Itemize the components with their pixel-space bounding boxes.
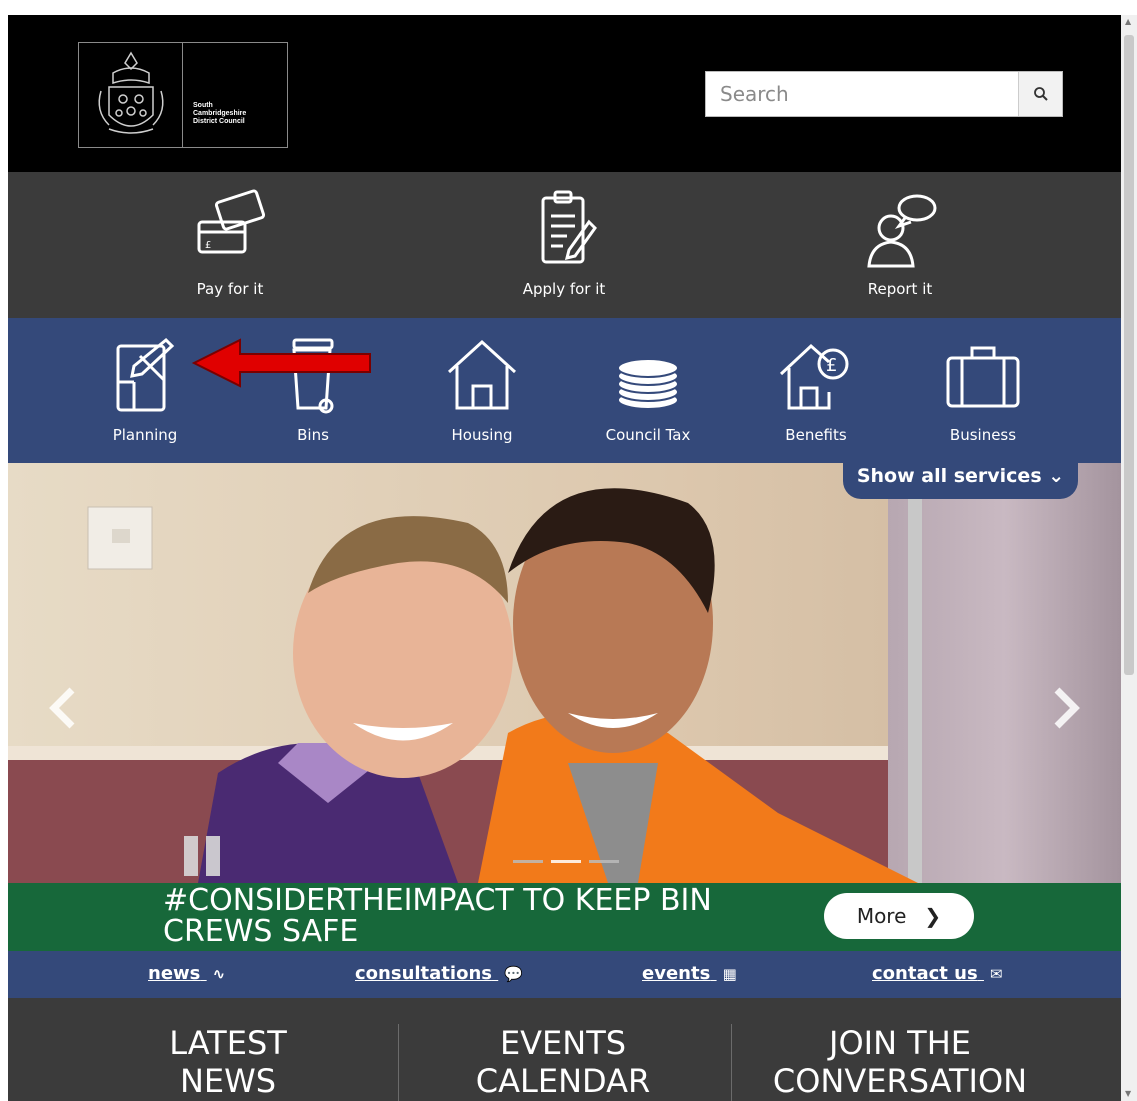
planning-icon: [116, 337, 175, 412]
business-label: Business: [949, 426, 1017, 444]
scrollbar-thumb[interactable]: [1124, 35, 1134, 675]
join-conversation-heading[interactable]: JOIN THE CONVERSATION: [760, 1024, 1040, 1100]
logo-line-3: District Council: [193, 118, 245, 125]
vertical-scrollbar[interactable]: ▲ ▼: [1121, 15, 1137, 1101]
planning-label: Planning: [112, 426, 178, 444]
top-actions: £ Pay for it Apply for it Report it: [8, 172, 1121, 318]
latest-news-line-1: LATEST: [169, 1024, 287, 1062]
benefits-label: Benefits: [785, 426, 847, 444]
chevron-right-icon: [1054, 687, 1080, 729]
council-tax-label: Council Tax: [605, 426, 691, 444]
pause-icon: [184, 836, 198, 876]
carousel-indicators: [513, 860, 623, 864]
consultations-link[interactable]: consultations 💬: [355, 963, 523, 984]
coins-icon: [617, 358, 679, 410]
column-divider: [731, 1024, 732, 1101]
calendar-icon: ▦: [722, 965, 737, 983]
join-conversation-line-2: CONVERSATION: [772, 1062, 1028, 1100]
show-all-services-button[interactable]: Show all services ⌄: [843, 453, 1078, 499]
council-logo[interactable]: South Cambridgeshire District Council: [78, 42, 288, 148]
events-label: events: [642, 963, 711, 984]
speech-person-icon: [867, 194, 937, 268]
carousel-dot-3[interactable]: [589, 860, 619, 863]
annotation-arrow-icon: [191, 338, 371, 388]
events-calendar-heading[interactable]: EVENTS CALENDAR: [433, 1024, 693, 1100]
pay-for-it-label: Pay for it: [196, 280, 264, 298]
column-divider: [398, 1024, 399, 1101]
house-icon: [447, 339, 517, 410]
crest-icon: [79, 43, 183, 147]
carousel-dot-2[interactable]: [551, 860, 581, 863]
banner-title: #CONSIDERTHEIMPACT TO KEEP BIN CREWS SAF…: [163, 883, 712, 949]
more-button[interactable]: More ❯: [824, 893, 974, 939]
service-benefits[interactable]: £ Benefits: [746, 332, 886, 452]
credit-card-icon: £: [197, 189, 266, 254]
rss-icon: ∿: [212, 965, 226, 983]
pause-icon-bar: [206, 836, 220, 876]
consultations-label: consultations: [355, 963, 492, 984]
scroll-down-icon[interactable]: ▼: [1125, 1089, 1131, 1098]
quick-links-bar: news ∿ consultations 💬 events ▦ contact …: [8, 951, 1121, 998]
contact-us-link[interactable]: contact us ✉: [872, 963, 1003, 984]
logo-text: South Cambridgeshire District Council: [193, 102, 246, 126]
news-label: news: [148, 963, 201, 984]
briefcase-icon: [946, 346, 1020, 408]
logo-line-1: South: [193, 102, 213, 109]
clipboard-icon: [541, 190, 597, 264]
events-link[interactable]: events ▦: [642, 963, 737, 984]
events-calendar-line-2: CALENDAR: [475, 1062, 651, 1100]
search-button[interactable]: [1018, 72, 1062, 116]
events-calendar-line-1: EVENTS: [499, 1024, 627, 1062]
news-link[interactable]: news ∿: [148, 963, 225, 984]
chevron-left-icon: [49, 687, 75, 729]
hero-photo: [8, 463, 1121, 883]
chevron-right-icon: ❯: [924, 904, 942, 928]
speech-bubble-icon: 💬: [504, 965, 523, 983]
carousel-prev-button[interactable]: [43, 683, 83, 733]
latest-news-line-2: NEWS: [179, 1062, 277, 1100]
latest-news-heading[interactable]: LATEST NEWS: [98, 1024, 358, 1100]
join-conversation-line-1: JOIN THE: [829, 1024, 971, 1062]
carousel-dot-1[interactable]: [513, 860, 543, 863]
carousel-next-button[interactable]: [1046, 683, 1086, 733]
house-pound-icon: £: [779, 343, 849, 410]
search-box: [705, 71, 1063, 117]
search-input[interactable]: [706, 72, 1018, 116]
feature-columns: LATEST NEWS EVENTS CALENDAR JOIN THE CON…: [8, 998, 1121, 1101]
more-label: More: [856, 904, 907, 928]
pay-for-it-button[interactable]: £ Pay for it: [130, 186, 330, 306]
report-it-button[interactable]: Report it: [800, 186, 1000, 306]
contact-us-label: contact us: [872, 963, 978, 984]
bins-label: Bins: [297, 426, 329, 444]
hero-carousel: [8, 463, 1121, 883]
service-business[interactable]: Business: [913, 332, 1053, 452]
apply-for-it-label: Apply for it: [522, 280, 606, 298]
svg-text:£: £: [826, 355, 837, 376]
service-housing[interactable]: Housing: [412, 332, 552, 452]
housing-label: Housing: [451, 426, 513, 444]
services-bar: Planning Bins Housing Council Tax £ Bene…: [8, 318, 1121, 463]
report-it-label: Report it: [867, 280, 933, 298]
carousel-pause-button[interactable]: [184, 836, 222, 876]
service-council-tax[interactable]: Council Tax: [578, 332, 718, 452]
svg-text:£: £: [205, 240, 211, 251]
search-icon: [1033, 87, 1048, 101]
envelope-icon: ✉: [989, 965, 1003, 983]
scroll-up-icon[interactable]: ▲: [1125, 17, 1131, 26]
browser-viewport: South Cambridgeshire District Council Se…: [8, 15, 1121, 1101]
apply-for-it-button[interactable]: Apply for it: [464, 186, 664, 306]
site-header: South Cambridgeshire District Council: [8, 15, 1121, 172]
logo-line-2: Cambridgeshire: [193, 110, 247, 117]
carousel-caption-banner: #CONSIDERTHEIMPACT TO KEEP BIN CREWS SAF…: [8, 883, 1121, 951]
